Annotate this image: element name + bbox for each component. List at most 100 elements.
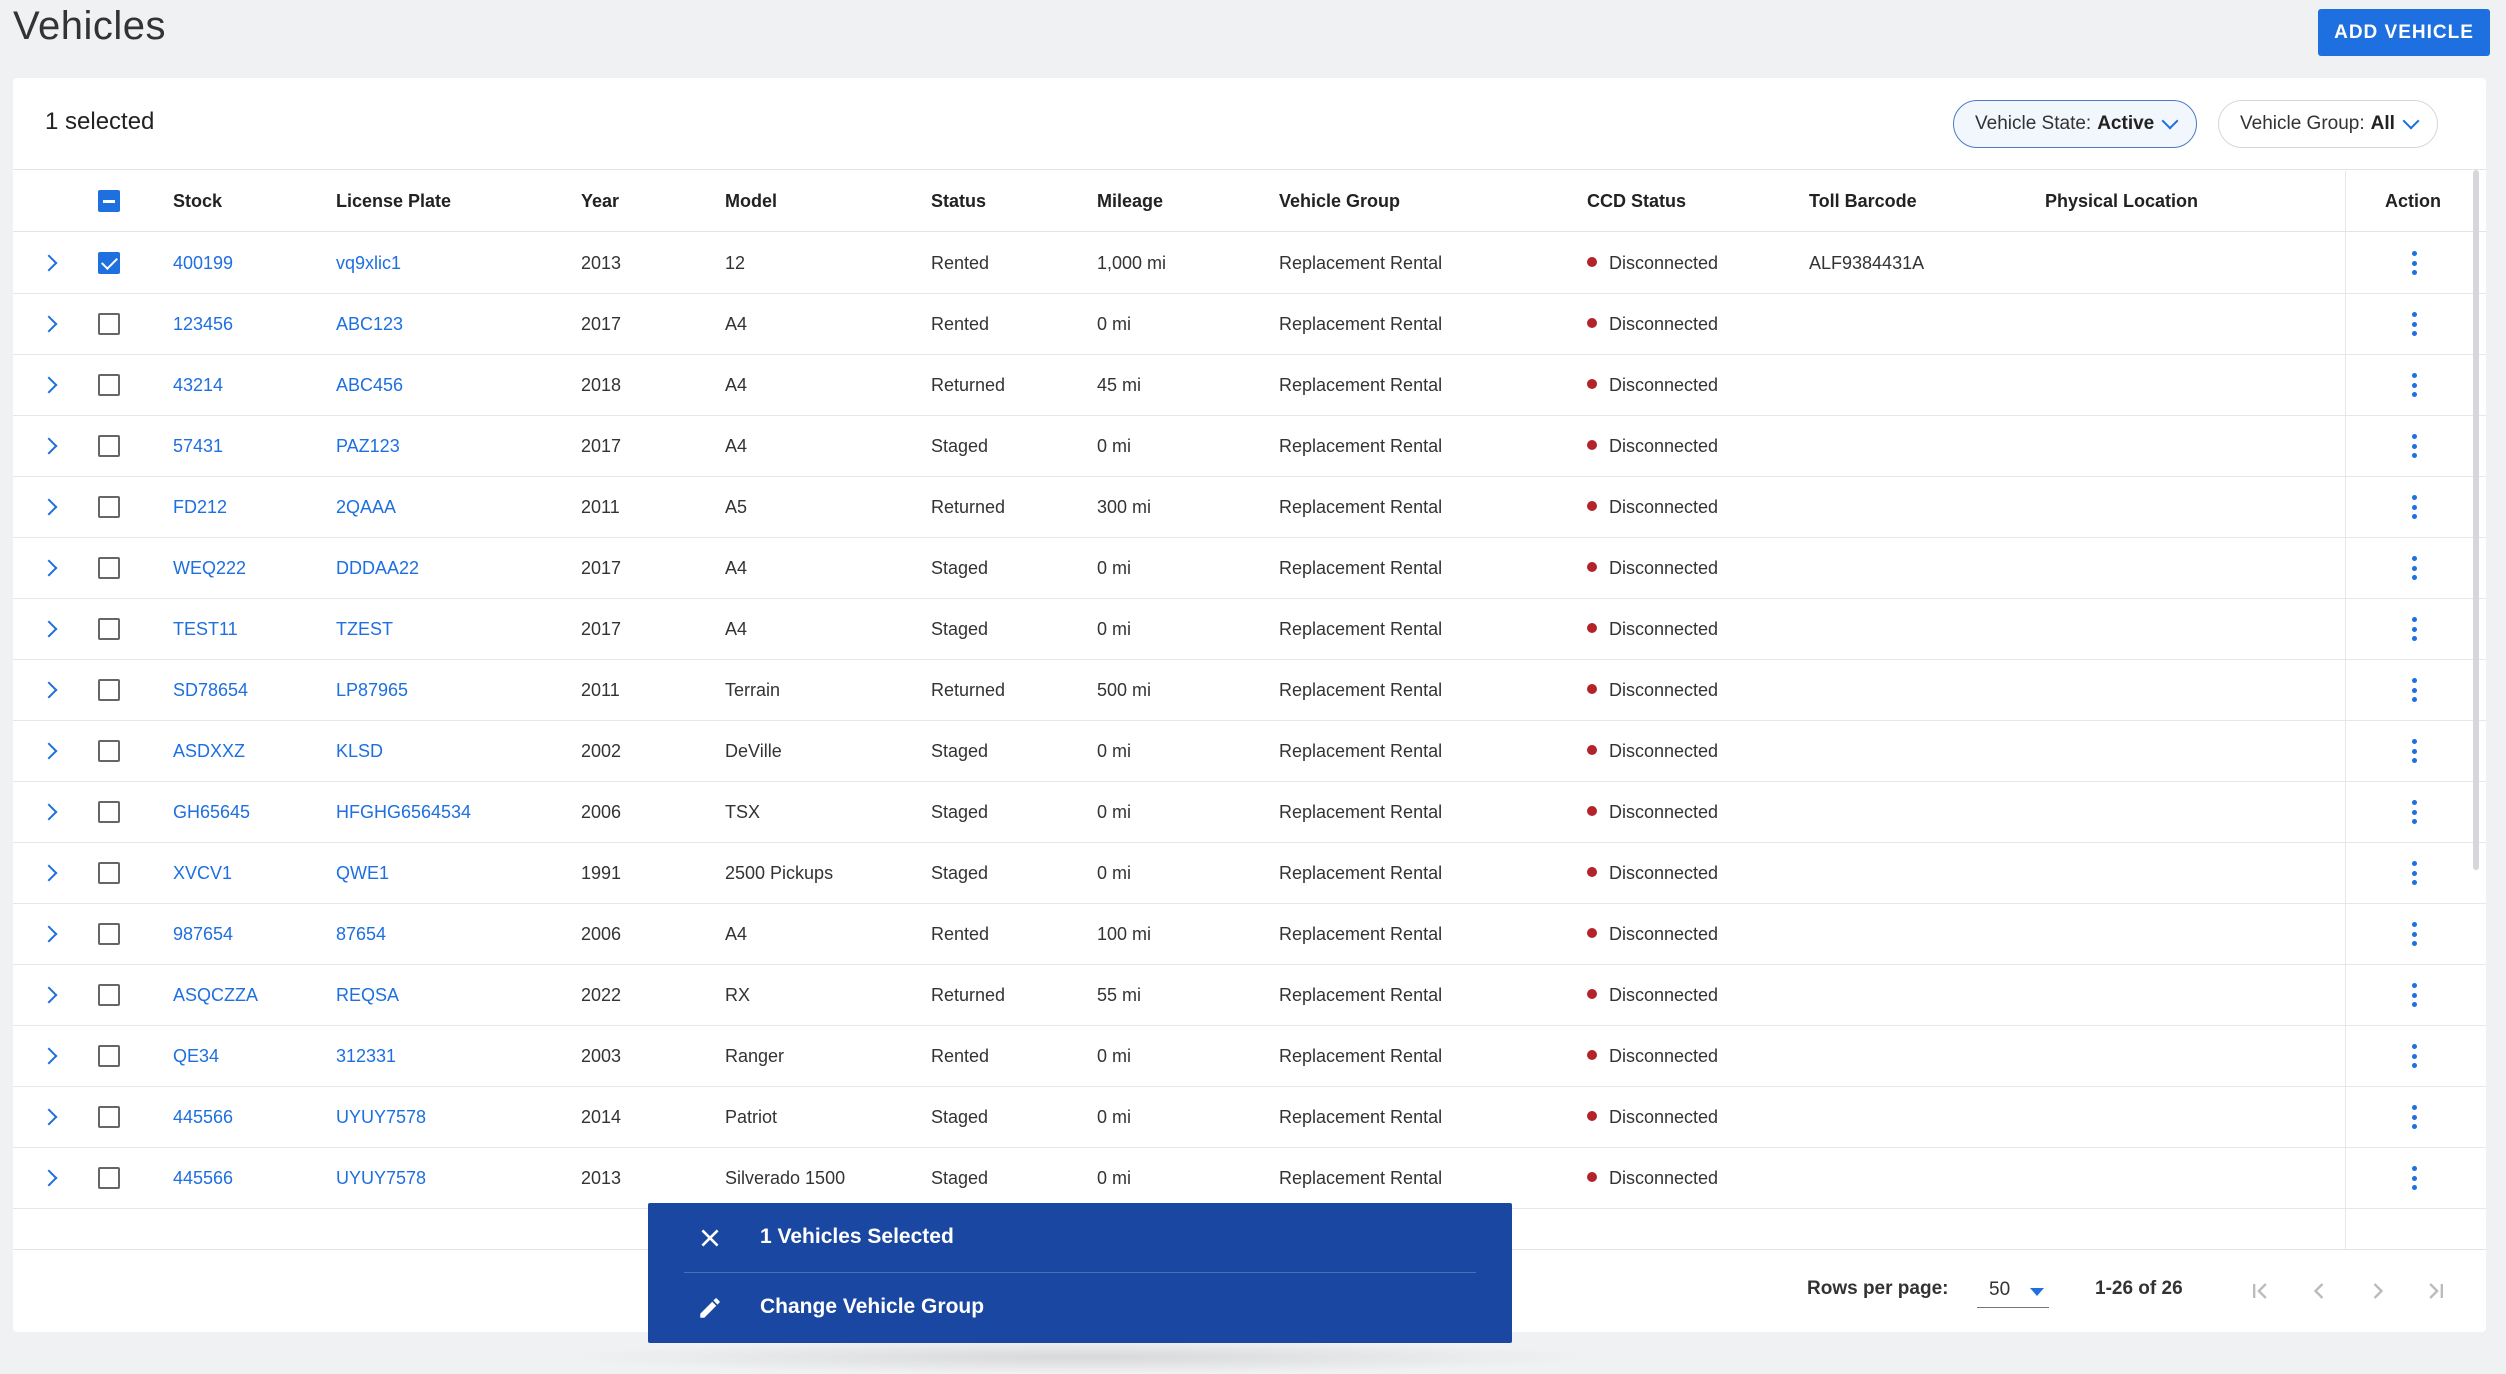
row-actions-menu-icon[interactable]: [2411, 617, 2417, 641]
row-checkbox[interactable]: [98, 1106, 120, 1128]
expand-row-chevron-icon[interactable]: [40, 742, 58, 760]
row-actions-menu-icon[interactable]: [2411, 1105, 2417, 1129]
table-row[interactable]: QE34 312331 2003 Ranger Rented 0 mi Replacemen…: [13, 1026, 2486, 1087]
cell-license-plate[interactable]: TZEST: [336, 599, 393, 660]
add-vehicle-button[interactable]: ADD VEHICLE: [2318, 9, 2490, 56]
cell-stock[interactable]: 123456: [173, 294, 233, 355]
expand-row-chevron-icon[interactable]: [40, 803, 58, 821]
row-actions-menu-icon[interactable]: [2411, 800, 2417, 824]
row-actions-menu-icon[interactable]: [2411, 739, 2417, 763]
column-header-vehicle-group[interactable]: Vehicle Group: [1279, 171, 1400, 232]
expand-row-chevron-icon[interactable]: [40, 315, 58, 333]
cell-stock[interactable]: 57431: [173, 416, 223, 477]
column-header-physical-location[interactable]: Physical Location: [2045, 171, 2198, 232]
column-header-license-plate[interactable]: License Plate: [336, 171, 451, 232]
expand-row-chevron-icon[interactable]: [40, 254, 58, 272]
close-icon[interactable]: [697, 1225, 723, 1251]
cell-stock[interactable]: FD212: [173, 477, 227, 538]
expand-row-chevron-icon[interactable]: [40, 864, 58, 882]
table-row[interactable]: XVCV1 QWE1 1991 2500 Pickups Staged 0 mi Repla…: [13, 843, 2486, 904]
expand-row-chevron-icon[interactable]: [40, 1108, 58, 1126]
row-actions-menu-icon[interactable]: [2411, 678, 2417, 702]
row-checkbox[interactable]: [98, 679, 120, 701]
row-checkbox[interactable]: [98, 1167, 120, 1189]
cell-license-plate[interactable]: QWE1: [336, 843, 389, 904]
expand-row-chevron-icon[interactable]: [40, 1047, 58, 1065]
table-row[interactable]: 445566 UYUY7578 2014 Patriot Staged 0 mi Repla…: [13, 1087, 2486, 1148]
expand-row-chevron-icon[interactable]: [40, 681, 58, 699]
cell-stock[interactable]: TEST11: [173, 599, 238, 660]
cell-stock[interactable]: 400199: [173, 233, 233, 294]
row-actions-menu-icon[interactable]: [2411, 861, 2417, 885]
rows-per-page-select[interactable]: 50: [1977, 1276, 2049, 1308]
previous-page-button[interactable]: [2302, 1274, 2336, 1308]
vertical-scrollbar[interactable]: [2473, 170, 2479, 870]
cell-license-plate[interactable]: 312331: [336, 1026, 396, 1087]
expand-row-chevron-icon[interactable]: [40, 437, 58, 455]
column-header-year[interactable]: Year: [581, 171, 619, 232]
cell-stock[interactable]: 445566: [173, 1087, 233, 1148]
vehicle-group-filter[interactable]: Vehicle Group: All: [2218, 100, 2438, 148]
table-row[interactable]: SD78654 LP87965 2011 Terrain Returned 500 mi R…: [13, 660, 2486, 721]
column-header-toll-barcode[interactable]: Toll Barcode: [1809, 171, 1917, 232]
cell-license-plate[interactable]: UYUY7578: [336, 1148, 426, 1209]
expand-row-chevron-icon[interactable]: [40, 620, 58, 638]
column-header-status[interactable]: Status: [931, 171, 986, 232]
table-row[interactable]: 57431 PAZ123 2017 A4 Staged 0 mi Replacement R…: [13, 416, 2486, 477]
row-checkbox[interactable]: [98, 862, 120, 884]
table-row[interactable]: FD212 2QAAA 2011 A5 Returned 300 mi Replacemen…: [13, 477, 2486, 538]
expand-row-chevron-icon[interactable]: [40, 925, 58, 943]
cell-license-plate[interactable]: vq9xlic1: [336, 233, 401, 294]
cell-stock[interactable]: 43214: [173, 355, 223, 416]
cell-stock[interactable]: XVCV1: [173, 843, 232, 904]
row-checkbox[interactable]: [98, 618, 120, 640]
table-row[interactable]: 123456 ABC123 2017 A4 Rented 0 mi Replacement …: [13, 294, 2486, 355]
cell-stock[interactable]: GH65645: [173, 782, 250, 843]
row-checkbox[interactable]: [98, 740, 120, 762]
cell-license-plate[interactable]: KLSD: [336, 721, 383, 782]
cell-license-plate[interactable]: ABC123: [336, 294, 403, 355]
row-checkbox[interactable]: [98, 984, 120, 1006]
row-actions-menu-icon[interactable]: [2411, 922, 2417, 946]
expand-row-chevron-icon[interactable]: [40, 1169, 58, 1187]
cell-stock[interactable]: ASQCZZA: [173, 965, 258, 1026]
cell-license-plate[interactable]: DDDAA22: [336, 538, 419, 599]
row-checkbox[interactable]: [98, 435, 120, 457]
first-page-button[interactable]: [2243, 1274, 2277, 1308]
change-vehicle-group-action[interactable]: Change Vehicle Group: [648, 1273, 1512, 1342]
table-row[interactable]: 43214 ABC456 2018 A4 Returned 45 mi Replacemen…: [13, 355, 2486, 416]
cell-license-plate[interactable]: LP87965: [336, 660, 408, 721]
next-page-button[interactable]: [2361, 1274, 2395, 1308]
row-actions-menu-icon[interactable]: [2411, 312, 2417, 336]
row-checkbox[interactable]: [98, 801, 120, 823]
cell-stock[interactable]: 987654: [173, 904, 233, 965]
row-checkbox[interactable]: [98, 1045, 120, 1067]
row-checkbox[interactable]: [98, 923, 120, 945]
expand-row-chevron-icon[interactable]: [40, 986, 58, 1004]
cell-stock[interactable]: 445566: [173, 1148, 233, 1209]
row-checkbox[interactable]: [98, 374, 120, 396]
table-row[interactable]: 400199 vq9xlic1 2013 12 Rented 1,000 mi Replac…: [13, 233, 2486, 294]
table-row[interactable]: WEQ222 DDDAA22 2017 A4 Staged 0 mi Replacement…: [13, 538, 2486, 599]
row-checkbox[interactable]: [98, 252, 120, 274]
cell-license-plate[interactable]: 2QAAA: [336, 477, 396, 538]
row-actions-menu-icon[interactable]: [2411, 434, 2417, 458]
column-header-ccd-status[interactable]: CCD Status: [1587, 171, 1686, 232]
table-row[interactable]: TEST11 TZEST 2017 A4 Staged 0 mi Replacement R…: [13, 599, 2486, 660]
cell-license-plate[interactable]: ABC456: [336, 355, 403, 416]
column-header-stock[interactable]: Stock: [173, 171, 222, 232]
table-row[interactable]: GH65645 HFGHG6564534 2006 TSX Staged 0 mi Repl…: [13, 782, 2486, 843]
table-row[interactable]: 987654 87654 2006 A4 Rented 100 mi Replacement…: [13, 904, 2486, 965]
cell-stock[interactable]: QE34: [173, 1026, 219, 1087]
cell-stock[interactable]: WEQ222: [173, 538, 246, 599]
cell-stock[interactable]: ASDXXZ: [173, 721, 245, 782]
row-actions-menu-icon[interactable]: [2411, 556, 2417, 580]
column-header-model[interactable]: Model: [725, 171, 777, 232]
vehicle-state-filter[interactable]: Vehicle State: Active: [1953, 100, 2198, 148]
cell-license-plate[interactable]: UYUY7578: [336, 1087, 426, 1148]
cell-license-plate[interactable]: REQSA: [336, 965, 399, 1026]
row-actions-menu-icon[interactable]: [2411, 1044, 2417, 1068]
table-row[interactable]: ASQCZZA REQSA 2022 RX Returned 55 mi Replaceme…: [13, 965, 2486, 1026]
row-checkbox[interactable]: [98, 496, 120, 518]
cell-license-plate[interactable]: PAZ123: [336, 416, 400, 477]
